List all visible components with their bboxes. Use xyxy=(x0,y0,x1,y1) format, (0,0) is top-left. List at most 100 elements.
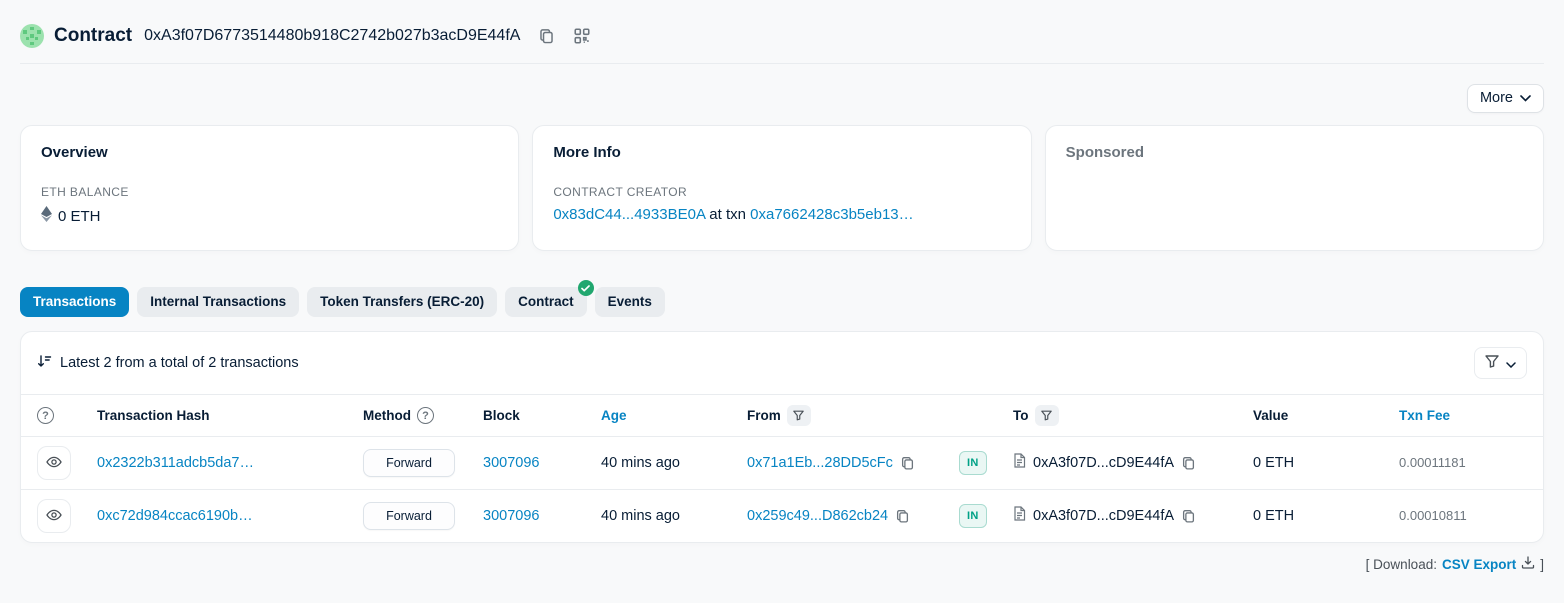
tab-events-label: Events xyxy=(608,294,652,309)
actions-row: More xyxy=(20,84,1544,113)
to-address-text: 0xA3f07D...cD9E44fA xyxy=(1033,508,1174,524)
copy-from-address-button[interactable] xyxy=(900,456,915,471)
chevron-down-icon xyxy=(1520,90,1531,106)
chevron-down-icon xyxy=(1506,356,1516,371)
column-from-label: From xyxy=(747,408,781,423)
age-text: 40 mins ago xyxy=(601,508,680,524)
column-method-label: Method xyxy=(363,408,411,423)
contract-address: 0xA3f07D6773514480b918C2742b027b3acD9E44… xyxy=(144,27,520,45)
tab-contract[interactable]: Contract xyxy=(505,287,587,317)
direction-badge: IN xyxy=(959,504,987,528)
more-info-card: More Info CONTRACT CREATOR 0x83dC44...49… xyxy=(532,125,1031,251)
column-value: Value xyxy=(1253,408,1399,423)
more-button-label: More xyxy=(1480,90,1513,106)
header-help-cell: ? xyxy=(37,407,97,424)
tx-preview-button[interactable] xyxy=(37,446,71,480)
help-icon[interactable]: ? xyxy=(37,407,54,424)
copy-address-button[interactable] xyxy=(538,28,555,45)
column-block: Block xyxy=(483,408,601,423)
direction-badge: IN xyxy=(959,451,987,475)
tx-hash-link[interactable]: 0xc72d984ccac6190b… xyxy=(97,508,253,524)
contract-creator-line: 0x83dC44...4933BE0A at txn 0xa7662428c3b… xyxy=(553,206,1010,223)
tx-preview-button[interactable] xyxy=(37,499,71,533)
column-from: From xyxy=(747,405,959,426)
txn-fee-text: 0.00010811 xyxy=(1399,508,1467,523)
download-suffix-text: ] xyxy=(1540,557,1544,572)
page-header: Contract 0xA3f07D6773514480b918C2742b027… xyxy=(20,0,1544,64)
more-button[interactable]: More xyxy=(1467,84,1544,113)
from-address-link[interactable]: 0x259c49...D862cb24 xyxy=(747,508,888,524)
download-footer: [ Download: CSV Export ] xyxy=(20,556,1544,572)
method-button[interactable]: Forward xyxy=(363,502,455,530)
page-title: Contract xyxy=(54,25,132,47)
sponsored-card-title: Sponsored xyxy=(1066,144,1523,161)
tabs-row: Transactions Internal Transactions Token… xyxy=(20,287,1544,317)
contract-page: Contract 0xA3f07D6773514480b918C2742b027… xyxy=(0,0,1564,572)
contract-identicon-avatar xyxy=(20,24,44,48)
eth-balance-label: ETH BALANCE xyxy=(41,185,498,199)
info-cards-row: Overview ETH BALANCE 0 ETH More Info CON… xyxy=(20,125,1544,251)
qr-code-icon xyxy=(573,27,591,45)
contract-file-icon xyxy=(1013,453,1026,473)
column-method: Method ? xyxy=(363,407,483,424)
transactions-table-header: ? Transaction Hash Method ? Block Age Fr… xyxy=(21,394,1543,436)
tx-hash-link[interactable]: 0x2322b311adcb5da7… xyxy=(97,455,254,471)
tab-transactions-label: Transactions xyxy=(33,294,116,309)
funnel-icon xyxy=(1485,355,1499,371)
tab-internal-transactions-label: Internal Transactions xyxy=(150,294,286,309)
transactions-panel: Latest 2 from a total of 2 transactions … xyxy=(20,331,1544,543)
download-icon xyxy=(1521,556,1535,572)
transactions-summary-text: Latest 2 from a total of 2 transactions xyxy=(60,355,299,371)
overview-card: Overview ETH BALANCE 0 ETH xyxy=(20,125,519,251)
to-filter-button[interactable] xyxy=(1035,405,1059,426)
value-text: 0 ETH xyxy=(1253,508,1294,524)
creator-txn-link[interactable]: 0xa7662428c3b5eb13… xyxy=(750,206,913,223)
eye-icon xyxy=(46,509,62,524)
copy-from-address-button[interactable] xyxy=(895,509,910,524)
ethereum-icon xyxy=(41,206,52,226)
tab-token-transfers-label: Token Transfers (ERC-20) xyxy=(320,294,484,309)
tab-transactions[interactable]: Transactions xyxy=(20,287,129,317)
csv-export-link[interactable]: CSV Export xyxy=(1442,557,1516,572)
method-help-icon[interactable]: ? xyxy=(417,407,434,424)
eth-balance-value: 0 ETH xyxy=(58,208,101,225)
more-info-card-title: More Info xyxy=(553,144,1010,161)
age-text: 40 mins ago xyxy=(601,455,680,471)
column-age[interactable]: Age xyxy=(601,408,747,423)
sort-descending-icon xyxy=(37,354,52,373)
copy-to-address-button[interactable] xyxy=(1181,456,1196,471)
value-text: 0 ETH xyxy=(1253,455,1294,471)
tab-contract-label: Contract xyxy=(518,294,574,309)
to-address-text: 0xA3f07D...cD9E44fA xyxy=(1033,455,1174,471)
column-to-label: To xyxy=(1013,408,1029,423)
from-filter-button[interactable] xyxy=(787,405,811,426)
copy-to-address-button[interactable] xyxy=(1181,509,1196,524)
column-to: To xyxy=(1013,405,1253,426)
download-prefix-text: [ Download: xyxy=(1366,557,1437,572)
table-filter-button[interactable] xyxy=(1474,347,1527,379)
from-address-link[interactable]: 0x71a1Eb...28DD5cFc xyxy=(747,455,893,471)
transactions-toolbar: Latest 2 from a total of 2 transactions xyxy=(21,332,1543,394)
csv-export-label: CSV Export xyxy=(1442,557,1516,572)
block-link[interactable]: 3007096 xyxy=(483,508,539,524)
table-row: 0x2322b311adcb5da7… Forward 3007096 40 m… xyxy=(21,436,1543,489)
column-transaction-hash: Transaction Hash xyxy=(97,408,363,423)
tab-events[interactable]: Events xyxy=(595,287,665,317)
sponsored-card: Sponsored xyxy=(1045,125,1544,251)
contract-creator-label: CONTRACT CREATOR xyxy=(553,185,1010,199)
tab-token-transfers[interactable]: Token Transfers (ERC-20) xyxy=(307,287,497,317)
copy-icon xyxy=(538,28,555,45)
method-button[interactable]: Forward xyxy=(363,449,455,477)
creator-joiner-text: at txn xyxy=(709,206,746,223)
table-row: 0xc72d984ccac6190b… Forward 3007096 40 m… xyxy=(21,489,1543,542)
eye-icon xyxy=(46,456,62,471)
contract-file-icon xyxy=(1013,506,1026,526)
txn-fee-text: 0.00011181 xyxy=(1399,455,1466,470)
tab-internal-transactions[interactable]: Internal Transactions xyxy=(137,287,299,317)
qr-code-button[interactable] xyxy=(573,27,591,45)
creator-address-link[interactable]: 0x83dC44...4933BE0A xyxy=(553,206,705,223)
block-link[interactable]: 3007096 xyxy=(483,455,539,471)
column-txn-fee[interactable]: Txn Fee xyxy=(1399,408,1527,423)
transactions-summary: Latest 2 from a total of 2 transactions xyxy=(37,354,299,373)
verified-check-icon xyxy=(578,280,594,296)
